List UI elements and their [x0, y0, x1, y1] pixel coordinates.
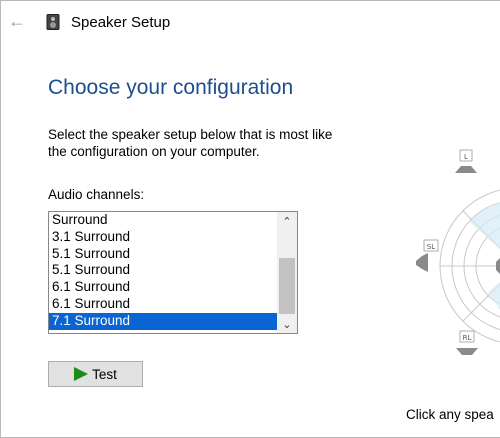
list-item-surround[interactable]: Surround [49, 212, 278, 229]
speaker-label-rl: RL [463, 334, 472, 342]
speaker-diagram: L SL RL [416, 149, 500, 355]
instructions-line-2: the configuration on your computer. [48, 144, 260, 159]
page-heading: Choose your configuration [48, 76, 294, 99]
scroll-thumb[interactable] [279, 258, 295, 314]
speaker-hint-text: Click any spea [406, 407, 494, 422]
list-item-7-1-surround[interactable]: 7.1 Surround [49, 312, 278, 330]
instructions-text: Select the speaker setup below that is m… [48, 126, 408, 160]
left-speaker-icon[interactable]: L [455, 149, 477, 173]
window-title: Speaker Setup [71, 14, 171, 31]
audio-channels-listbox[interactable]: Surround 3.1 Surround 5.1 Surround 5.1 S… [48, 211, 298, 334]
speaker-label-l: L [464, 153, 468, 161]
scroll-down-icon[interactable]: ⌄ [277, 315, 297, 333]
test-button-label: Test [92, 366, 117, 382]
audio-channels-list[interactable]: Surround 3.1 Surround 5.1 Surround 5.1 S… [49, 212, 278, 330]
back-arrow-icon[interactable]: ← [6, 10, 28, 32]
scroll-up-icon[interactable]: ⌃ [277, 212, 297, 230]
list-item-5-1-surround[interactable]: 5.1 Surround [49, 246, 278, 263]
instructions-line-1: Select the speaker setup below that is m… [48, 127, 333, 142]
rear-left-speaker-icon[interactable]: RL [456, 330, 478, 355]
listbox-scrollbar[interactable]: ⌃ ⌄ [277, 212, 297, 333]
list-item-6-1-surround[interactable]: 6.1 Surround [49, 279, 278, 296]
play-icon [74, 367, 89, 381]
list-item-6-1-surround-alt[interactable]: 6.1 Surround [49, 296, 278, 313]
audio-channels-label: Audio channels: [48, 187, 145, 202]
list-item-3-1-surround[interactable]: 3.1 Surround [49, 229, 278, 246]
list-item-5-1-surround-alt[interactable]: 5.1 Surround [49, 262, 278, 279]
test-button[interactable]: Test [48, 361, 143, 387]
speaker-icon-right[interactable] [496, 258, 500, 274]
speaker-label-sl: SL [427, 243, 435, 251]
side-left-speaker-icon[interactable]: SL [416, 239, 439, 272]
speaker-icon [46, 14, 60, 30]
